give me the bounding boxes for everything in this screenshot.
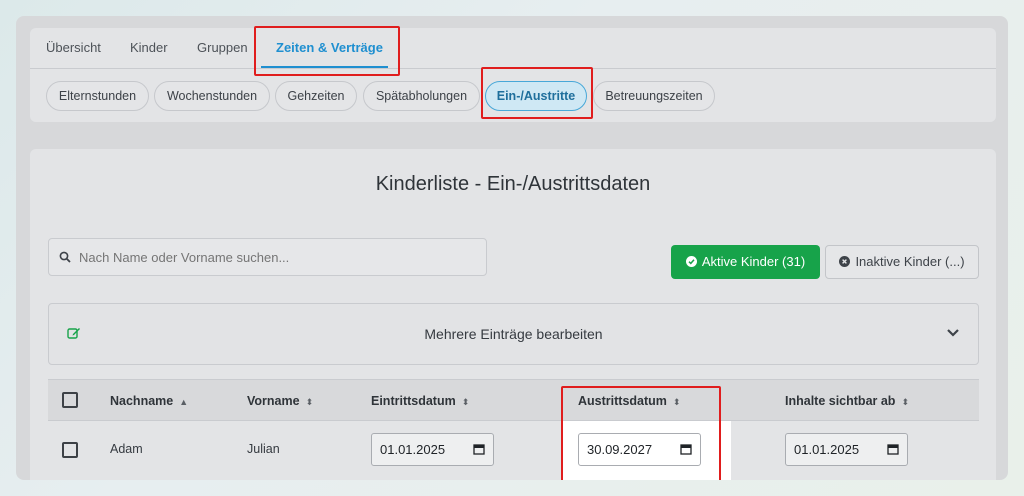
austrittsdatum-input[interactable]: 30.09.2027 — [578, 433, 701, 466]
content-card: Kinderliste - Ein-/Austrittsdaten Aktive… — [30, 149, 996, 480]
search-input[interactable] — [79, 250, 469, 265]
sort-icon: ⬍ — [901, 397, 909, 407]
main-tabs: Übersicht Kinder Gruppen Zeiten & Verträ… — [30, 28, 996, 69]
active-children-button[interactable]: Aktive Kinder (31) — [671, 245, 820, 279]
eintrittsdatum-input[interactable]: 01.01.2025 — [371, 433, 494, 466]
inactive-children-button[interactable]: Inaktive Kinder (...) — [825, 245, 979, 279]
tab-kinder[interactable]: Kinder — [130, 40, 168, 55]
search-icon — [59, 251, 71, 263]
cell-vorname: Julian — [247, 442, 280, 456]
sort-icon: ⬍ — [305, 397, 314, 407]
tab-zeiten-vertraege[interactable]: Zeiten & Verträge — [276, 40, 383, 55]
subtab-spaetabholungen[interactable]: Spätabholungen — [363, 81, 480, 111]
subtab-gehzeiten[interactable]: Gehzeiten — [275, 81, 357, 111]
header-vorname[interactable]: Vorname ⬍ — [247, 394, 313, 408]
search-box[interactable] — [48, 238, 487, 276]
x-circle-icon — [839, 256, 851, 267]
bulk-edit-panel[interactable]: Mehrere Einträge bearbeiten — [48, 303, 979, 365]
table-row: Adam Julian 01.01.2025 30.09.2027 01.01.… — [48, 421, 979, 480]
sort-icon: ⬍ — [461, 397, 470, 407]
bulk-edit-label: Mehrere Einträge bearbeiten — [424, 326, 603, 342]
header-eintrittsdatum[interactable]: Eintrittsdatum ⬍ — [371, 394, 469, 408]
page-title: Kinderliste - Ein-/Austrittsdaten — [375, 173, 651, 195]
subtab-elternstunden[interactable]: Elternstunden — [46, 81, 149, 111]
inhalte-sichtbar-ab-input[interactable]: 01.01.2025 — [785, 433, 908, 466]
tab-uebersicht[interactable]: Übersicht — [46, 40, 101, 55]
cell-nachname: Adam — [110, 442, 143, 456]
calendar-icon — [473, 444, 485, 455]
active-children-label: Aktive Kinder (31) — [701, 254, 806, 269]
sort-ascending-icon: ▲ — [179, 397, 189, 407]
chevron-down-icon — [947, 329, 959, 337]
calendar-icon — [680, 444, 692, 455]
header-inhalte-sichtbar-ab[interactable]: Inhalte sichtbar ab ⬍ — [785, 394, 909, 408]
table-header: Nachname ▲ Vorname ⬍ Eintrittsdatum ⬍ Austr… — [48, 379, 979, 421]
row-checkbox[interactable] — [62, 442, 78, 458]
select-all-checkbox[interactable] — [62, 392, 78, 408]
app-window: Übersicht Kinder Gruppen Zeiten & Verträ… — [16, 16, 1008, 480]
subtab-ein-austritte[interactable]: Ein-/Austritte — [485, 81, 587, 111]
navigation-card: Übersicht Kinder Gruppen Zeiten & Verträ… — [30, 28, 996, 122]
check-circle-icon — [685, 256, 697, 267]
inactive-children-label: Inaktive Kinder (...) — [855, 254, 965, 269]
active-tab-underline — [261, 66, 388, 68]
subtab-betreuungszeiten[interactable]: Betreuungszeiten — [593, 81, 715, 111]
calendar-icon — [887, 444, 899, 455]
sort-icon: ⬍ — [672, 397, 681, 407]
tab-gruppen[interactable]: Gruppen — [197, 40, 248, 55]
header-nachname[interactable]: Nachname ▲ — [110, 394, 188, 408]
header-austrittsdatum[interactable]: Austrittsdatum ⬍ — [578, 394, 680, 408]
subtab-wochenstunden[interactable]: Wochenstunden — [154, 81, 270, 111]
